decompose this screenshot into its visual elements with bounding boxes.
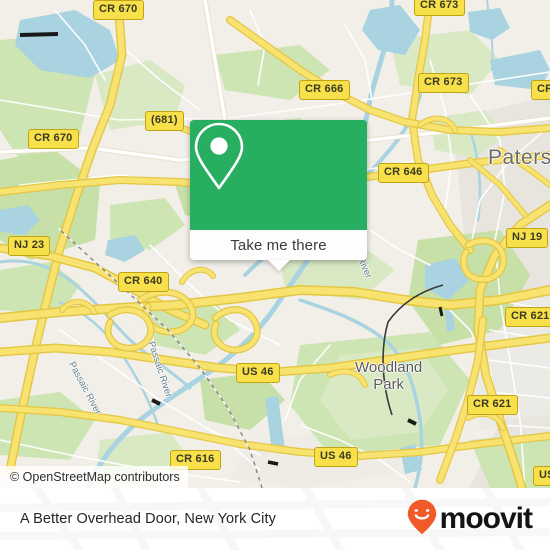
moovit-logo[interactable]: moovit — [407, 499, 533, 540]
route-shield: US — [533, 466, 550, 486]
popup-pin-area — [190, 120, 367, 230]
route-shield: CR 666 — [299, 80, 350, 100]
popup-tail — [267, 260, 290, 271]
osm-attribution[interactable]: © OpenStreetMap contributors — [0, 466, 188, 488]
map-canvas[interactable]: .park { fill:#cde5b2; } .park2 { fill:#d… — [0, 0, 550, 488]
route-shield: CR 670 — [28, 129, 79, 149]
moovit-smiley-pin-icon — [407, 499, 437, 540]
route-shield: CR 6 — [531, 80, 550, 100]
take-me-there-popup[interactable]: Take me there — [190, 120, 367, 271]
route-shield: US 46 — [314, 447, 358, 467]
route-shield: CR 670 — [93, 0, 144, 20]
place-label-woodland-park: Woodland Park — [355, 359, 423, 393]
route-shield: CR 646 — [378, 163, 429, 183]
popup-action-bar[interactable]: Take me there — [190, 230, 367, 271]
route-shield: NJ 19 — [506, 228, 549, 248]
route-shield: NJ 23 — [8, 236, 51, 256]
place-label-paterson: Paterson — [488, 146, 550, 169]
place-title: A Better Overhead Door, New York City — [20, 511, 276, 527]
route-shield: CR 673 — [414, 0, 465, 16]
route-shield: CR 621 — [505, 307, 550, 327]
route-shield: CR 673 — [418, 73, 469, 93]
route-shield: CR 621 — [467, 395, 518, 415]
take-me-there-label: Take me there — [230, 236, 327, 254]
route-shield: US 46 — [236, 363, 280, 383]
moovit-wordmark: moovit — [439, 502, 533, 535]
moovit-map-screenshot: .park { fill:#cde5b2; } .park2 { fill:#d… — [0, 0, 550, 550]
route-shield: (681) — [145, 111, 184, 131]
route-shield: CR 640 — [118, 272, 169, 292]
footer-bar: A Better Overhead Door, New York City mo… — [0, 488, 550, 550]
